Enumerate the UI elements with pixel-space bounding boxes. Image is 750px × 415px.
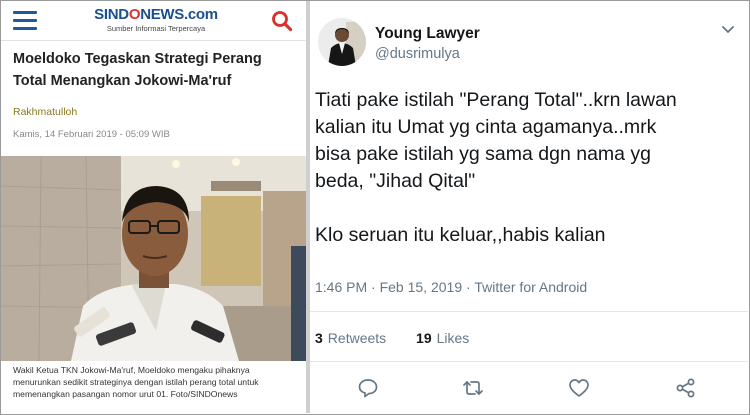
logo-tagline: Sumber Informasi Terpercaya [106,24,206,33]
retweet-icon[interactable] [462,377,484,399]
article-photo [1,156,306,361]
reply-icon[interactable] [357,377,379,399]
article-date: Kamis, 14 Februari 2019 - 05:09 WIB [13,129,170,140]
tweet-text-line: Tiati pake istilah "Perang Total"..krn l… [315,89,677,111]
logo-text-news: NEWS.com [140,6,218,23]
news-header: SINDONEWS.com Sumber Informasi Terpercay… [1,1,306,41]
likes-count: 19 [416,330,432,346]
divider-line [310,361,748,362]
meta-separator: · [367,279,380,295]
tweet-card: Young Lawyer @dusrimulya Tiati pake isti… [310,1,748,413]
article-headline[interactable]: Moeldoko Tegaskan Strategi Perang Total … [13,48,298,92]
tweet-text-line: beda, "Jihad Qital" [315,170,476,192]
logo-text-sind: SIND [94,6,129,23]
sindonews-logo[interactable]: SINDONEWS.com Sumber Informasi Terpercay… [91,7,221,34]
divider-line [310,311,748,312]
user-avatar[interactable] [318,18,366,66]
likes-stat[interactable]: 19 Likes [416,330,469,346]
search-icon[interactable] [271,10,293,32]
tweet-time[interactable]: 1:46 PM [315,279,367,295]
retweets-count: 3 [315,330,323,346]
tweet-actions [310,373,748,403]
hamburger-menu-icon[interactable] [13,11,37,31]
chevron-down-icon[interactable] [720,23,736,37]
retweets-label: Retweets [327,330,387,346]
tweet-text: Tiati pake istilah "Perang Total"..krn l… [315,87,745,249]
tweet-text-line: kalian itu Umat yg cinta agamanya..mrk [315,116,657,138]
logo-text-o: O [128,6,141,23]
user-handle[interactable]: @dusrimulya [375,46,460,62]
likes-label: Likes [436,330,470,346]
tweet-source[interactable]: Twitter for Android [474,279,587,295]
article-author[interactable]: Rakhmatulloh [13,106,77,118]
tweet-text-line: bisa pake istilah yg sama dgn nama yg [315,143,652,165]
user-display-name[interactable]: Young Lawyer [375,25,480,43]
tweet-date[interactable]: Feb 15, 2019 [380,279,463,295]
tweet-meta: 1:46 PM · Feb 15, 2019 · Twitter for And… [315,279,587,295]
photo-caption: Wakil Ketua TKN Jokowi-Ma'ruf, Moeldoko … [13,365,259,399]
share-icon[interactable] [675,377,697,399]
retweets-stat[interactable]: 3 Retweets [315,330,386,346]
news-article-panel: SINDONEWS.com Sumber Informasi Terpercay… [1,1,306,413]
tweet-stats: 3 Retweets 19 Likes [315,330,495,346]
heart-icon[interactable] [568,377,590,399]
meta-separator: · [462,279,475,295]
tweet-text-line: Klo seruan itu keluar,,habis kalian [315,224,606,246]
